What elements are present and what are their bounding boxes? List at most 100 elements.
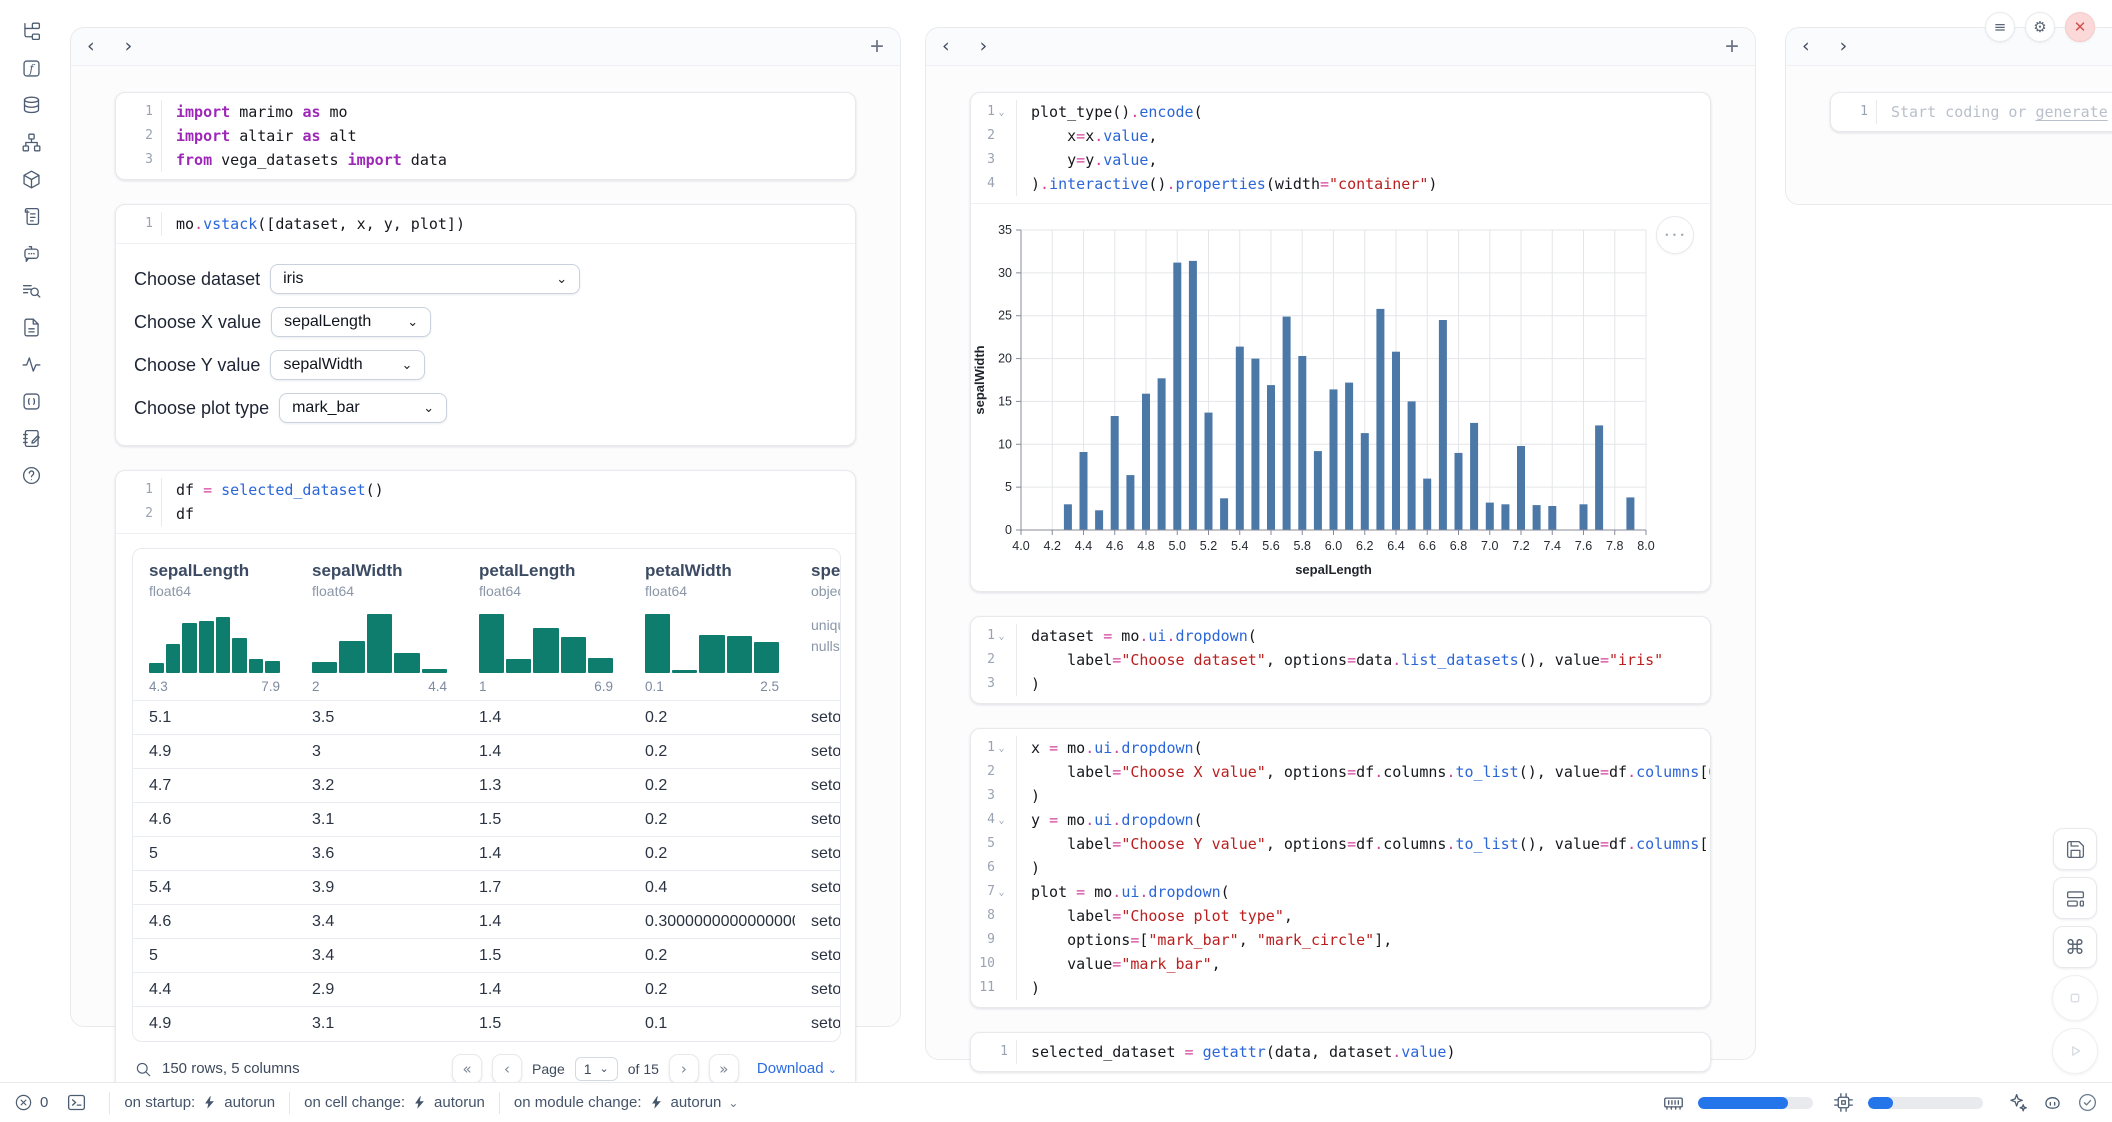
svg-text:4.0: 4.0 xyxy=(1012,539,1029,553)
selected-dataset-code-cell[interactable]: 1selected_dataset = getattr(data, datase… xyxy=(970,1032,1711,1072)
table-row[interactable]: 4.63.11.50.2setosa xyxy=(133,803,841,837)
generate-with-ai-link[interactable]: generate xyxy=(2036,103,2108,121)
prev-page-button[interactable]: ‹ xyxy=(492,1054,522,1084)
table-row[interactable]: 4.42.91.40.2setosa xyxy=(133,973,841,1007)
terminal-icon[interactable] xyxy=(66,1092,87,1113)
notebook-menu-button[interactable]: ≡ xyxy=(1985,12,2015,42)
error-count[interactable]: 0 xyxy=(14,1093,48,1112)
add-column-button[interactable]: + xyxy=(870,35,884,59)
column-histogram[interactable] xyxy=(479,611,613,673)
stop-kernel-button[interactable] xyxy=(2052,975,2098,1021)
ai-sparkles-icon[interactable] xyxy=(2007,1092,2028,1113)
notebook-column-1: ‹ › + 123import marimo as moimport altai… xyxy=(70,27,901,1027)
table-row[interactable]: 4.93.11.50.1setosa xyxy=(133,1007,841,1041)
imports-code-cell[interactable]: 123import marimo as moimport altair as a… xyxy=(115,92,856,180)
scratchpad-icon[interactable] xyxy=(20,427,42,449)
column-scroll-left-button[interactable]: ‹ xyxy=(1802,37,1810,56)
on-startup-setting[interactable]: on startup: autorun xyxy=(124,1094,275,1111)
column-scroll-right-button[interactable]: › xyxy=(1840,37,1848,56)
next-page-button[interactable]: › xyxy=(669,1054,699,1084)
line-numbers: 1 xyxy=(1831,100,1877,124)
xyplot-dropdowns-code-cell[interactable]: 1⌄234⌄567⌄891011x = mo.ui.dropdown( labe… xyxy=(970,728,1711,1008)
tracing-icon[interactable] xyxy=(20,353,42,375)
help-icon[interactable] xyxy=(20,464,42,486)
table-row[interactable]: 4.931.40.2setosa xyxy=(133,735,841,769)
column-header-sepalWidth[interactable]: sepalWidthfloat6424.4 xyxy=(296,549,463,701)
column-header-petalLength[interactable]: petalLengthfloat6416.9 xyxy=(463,549,629,701)
code-editor[interactable]: dataset = mo.ui.dropdown( label="Choose … xyxy=(1017,624,1710,696)
column-header-petalWidth[interactable]: petalWidthfloat640.12.5 xyxy=(629,549,795,701)
table-row[interactable]: 4.73.21.30.2setosa xyxy=(133,769,841,803)
plot-code-cell[interactable]: 1⌄234plot_type().encode( x=x.value, y=y.… xyxy=(970,92,1711,592)
first-page-button[interactable]: « xyxy=(452,1054,482,1084)
snippets-icon[interactable] xyxy=(20,390,42,412)
new-cell[interactable]: 1 Start coding or generate with xyxy=(1830,92,2112,132)
svg-text:5.8: 5.8 xyxy=(1294,539,1311,553)
new-cell-editor[interactable]: Start coding or generate with xyxy=(1877,100,2112,124)
chart-menu-button[interactable]: • • • xyxy=(1656,216,1694,254)
code-editor[interactable]: x = mo.ui.dropdown( label="Choose X valu… xyxy=(1017,736,1710,1000)
documentation-icon[interactable] xyxy=(20,316,42,338)
chevron-down-icon: ⌄ xyxy=(600,1062,609,1075)
code-editor[interactable]: selected_dataset = getattr(data, dataset… xyxy=(1017,1040,1710,1064)
layout-toggle-button[interactable] xyxy=(2053,877,2097,919)
table-row[interactable]: 4.63.41.40.30000000000000004setosa xyxy=(133,905,841,939)
add-column-button[interactable]: + xyxy=(1725,35,1739,59)
fold-chevron-icon[interactable]: ⌄ xyxy=(995,737,1008,761)
copilot-icon[interactable] xyxy=(2042,1092,2063,1113)
code-editor[interactable]: mo.vstack([dataset, x, y, plot]) xyxy=(162,212,855,236)
column-scroll-right-button[interactable]: › xyxy=(980,37,988,56)
dataset-dropdown-code-cell[interactable]: 1⌄23dataset = mo.ui.dropdown( label="Cho… xyxy=(970,616,1711,704)
dataframe-code-cell[interactable]: 12df = selected_dataset()df sepalLengthf… xyxy=(115,470,856,1103)
cpu-usage-bar[interactable] xyxy=(1868,1097,1983,1109)
column-scroll-right-button[interactable]: › xyxy=(125,37,133,56)
datasources-icon[interactable] xyxy=(20,94,42,116)
svg-text:10: 10 xyxy=(998,437,1012,451)
save-button[interactable] xyxy=(2053,828,2097,870)
dependency-graph-icon[interactable] xyxy=(20,131,42,153)
logs-icon[interactable] xyxy=(20,205,42,227)
memory-usage-bar[interactable] xyxy=(1698,1097,1813,1109)
svg-text:8.0: 8.0 xyxy=(1637,539,1654,553)
fold-chevron-icon[interactable]: ⌄ xyxy=(995,809,1008,833)
column-header-sepalLength[interactable]: sepalLengthfloat644.37.9 xyxy=(133,549,296,701)
settings-gear-button[interactable]: ⚙ xyxy=(2025,12,2055,42)
choose-x-value-select[interactable]: sepalLength⌄ xyxy=(271,307,431,337)
search-icon[interactable] xyxy=(134,1060,152,1078)
column-histogram[interactable] xyxy=(312,611,447,673)
on-cell-change-setting[interactable]: on cell change: autorun xyxy=(304,1094,485,1111)
column-scroll-left-button[interactable]: ‹ xyxy=(942,37,950,56)
command-palette-button[interactable]: ⌘ xyxy=(2053,926,2097,968)
ai-chat-icon[interactable] xyxy=(20,242,42,264)
code-editor[interactable]: df = selected_dataset()df xyxy=(162,478,855,526)
column-histogram[interactable] xyxy=(645,611,779,673)
functions-icon[interactable]: f xyxy=(20,57,42,79)
table-row[interactable]: 5.13.51.40.2setosa xyxy=(133,701,841,735)
last-page-button[interactable]: » xyxy=(709,1054,739,1084)
fold-chevron-icon[interactable]: ⌄ xyxy=(995,101,1008,125)
download-button[interactable]: Download ⌄ xyxy=(757,1060,837,1077)
fold-chevron-icon[interactable]: ⌄ xyxy=(995,625,1008,649)
page-select[interactable]: 1 ⌄ xyxy=(575,1057,618,1081)
choose-plot-type-select[interactable]: mark_bar⌄ xyxy=(279,393,447,423)
shutdown-close-button[interactable]: ✕ xyxy=(2065,12,2095,42)
code-editor[interactable]: plot_type().encode( x=x.value, y=y.value… xyxy=(1017,100,1710,196)
choose-y-value-select[interactable]: sepalWidth⌄ xyxy=(270,350,425,380)
run-all-button[interactable] xyxy=(2052,1028,2098,1074)
table-row[interactable]: 53.61.40.2setosa xyxy=(133,837,841,871)
column-histogram[interactable] xyxy=(149,611,280,673)
column-scroll-left-button[interactable]: ‹ xyxy=(87,37,95,56)
file-tree-icon[interactable] xyxy=(20,20,42,42)
choose-dataset-select[interactable]: iris⌄ xyxy=(270,264,580,294)
column-header-species[interactable]: speciesobjectunique:nulls: xyxy=(795,549,841,701)
vstack-code-cell[interactable]: 1mo.vstack([dataset, x, y, plot]) Choose… xyxy=(115,204,856,446)
fold-chevron-icon[interactable]: ⌄ xyxy=(995,881,1008,905)
code-editor[interactable]: import marimo as moimport altair as altf… xyxy=(162,100,855,172)
bar-chart[interactable]: 051015202530354.04.24.44.64.85.05.25.45.… xyxy=(971,216,1710,587)
table-row[interactable]: 5.43.91.70.4setosa xyxy=(133,871,841,905)
outline-search-icon[interactable] xyxy=(20,279,42,301)
connection-status-icon[interactable] xyxy=(2077,1092,2098,1113)
on-module-change-setting[interactable]: on module change: autorun ⌄ xyxy=(514,1094,739,1111)
table-row[interactable]: 53.41.50.2setosa xyxy=(133,939,841,973)
packages-icon[interactable] xyxy=(20,168,42,190)
